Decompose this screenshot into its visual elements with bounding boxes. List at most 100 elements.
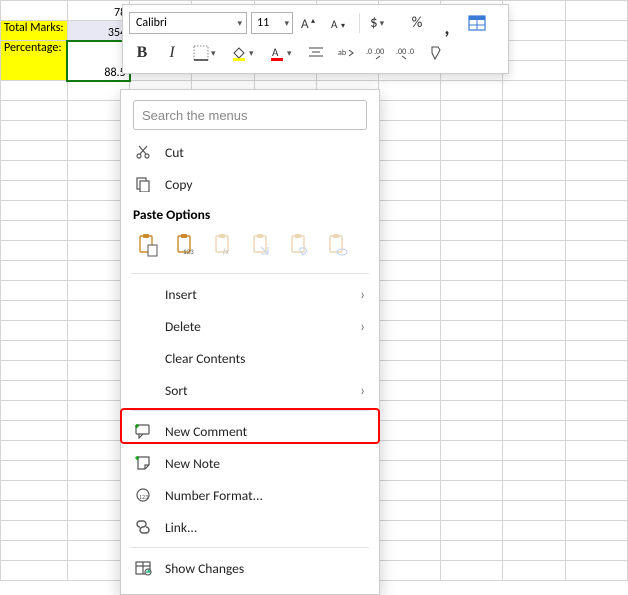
cell[interactable] xyxy=(565,21,627,41)
cell[interactable] xyxy=(379,101,441,121)
cell[interactable] xyxy=(379,241,441,261)
font-color-button[interactable]: A ▾ xyxy=(265,41,299,65)
paste-transpose-button[interactable] xyxy=(247,229,277,261)
cell[interactable] xyxy=(1,121,68,141)
cell[interactable] xyxy=(441,261,503,281)
cell[interactable] xyxy=(503,301,565,321)
cell[interactable] xyxy=(379,381,441,401)
cell[interactable] xyxy=(503,41,565,61)
cell[interactable] xyxy=(503,221,565,241)
cell[interactable] xyxy=(565,1,627,21)
cell[interactable] xyxy=(441,121,503,141)
menu-insert[interactable]: Insert › xyxy=(121,278,379,310)
cell[interactable] xyxy=(503,381,565,401)
bold-button[interactable]: B xyxy=(129,41,155,65)
cell[interactable] xyxy=(503,81,565,101)
cell[interactable] xyxy=(1,101,68,121)
cell[interactable] xyxy=(565,461,627,481)
cell[interactable] xyxy=(441,241,503,261)
cell[interactable] xyxy=(1,1,68,21)
cell[interactable] xyxy=(441,301,503,321)
cell[interactable] xyxy=(379,421,441,441)
cell[interactable] xyxy=(503,261,565,281)
cell[interactable] xyxy=(379,321,441,341)
cell[interactable] xyxy=(441,421,503,441)
cell[interactable] xyxy=(1,321,68,341)
decrease-decimal-button[interactable]: .00.0 xyxy=(393,41,419,65)
cell[interactable] xyxy=(441,101,503,121)
comma-style-button[interactable]: , xyxy=(434,11,460,35)
format-painter-button[interactable] xyxy=(423,41,449,65)
cell[interactable] xyxy=(503,281,565,301)
cell[interactable] xyxy=(441,521,503,541)
paste-formatting-button[interactable] xyxy=(285,229,315,261)
cell[interactable] xyxy=(379,341,441,361)
cell[interactable] xyxy=(565,361,627,381)
borders-button[interactable]: ▾ xyxy=(189,41,223,65)
cell[interactable] xyxy=(441,461,503,481)
cell[interactable] xyxy=(503,501,565,521)
cell[interactable] xyxy=(565,321,627,341)
cell[interactable] xyxy=(503,121,565,141)
cell[interactable] xyxy=(565,241,627,261)
cell[interactable] xyxy=(503,521,565,541)
cell[interactable] xyxy=(565,401,627,421)
cell[interactable] xyxy=(1,501,68,521)
cell[interactable] xyxy=(441,341,503,361)
paste-formulas-button[interactable]: fx xyxy=(209,229,239,261)
cell[interactable] xyxy=(503,101,565,121)
active-cell[interactable]: 88.5 xyxy=(67,41,130,81)
cell[interactable] xyxy=(441,161,503,181)
cell[interactable] xyxy=(379,221,441,241)
menu-delete[interactable]: Delete › xyxy=(121,310,379,342)
menu-search-input[interactable] xyxy=(133,100,367,130)
font-family-select[interactable]: Calibri ▾ xyxy=(129,12,247,34)
cell[interactable] xyxy=(1,441,68,461)
cell[interactable] xyxy=(379,401,441,421)
cell[interactable] xyxy=(1,161,68,181)
paste-link-button[interactable] xyxy=(323,229,353,261)
cell[interactable] xyxy=(379,561,441,581)
paste-button[interactable] xyxy=(133,229,163,261)
percent-button[interactable]: % xyxy=(404,11,430,35)
cell[interactable] xyxy=(441,381,503,401)
cell[interactable] xyxy=(503,481,565,501)
cell[interactable] xyxy=(565,101,627,121)
cell[interactable] xyxy=(565,521,627,541)
cell[interactable] xyxy=(503,21,565,41)
decrease-font-button[interactable]: A▾ xyxy=(327,11,353,35)
cell[interactable] xyxy=(379,121,441,141)
cell[interactable] xyxy=(441,221,503,241)
increase-decimal-button[interactable]: .0.00 xyxy=(363,41,389,65)
cell[interactable] xyxy=(441,541,503,561)
cell[interactable] xyxy=(379,461,441,481)
cell[interactable] xyxy=(1,421,68,441)
menu-link[interactable]: Link... xyxy=(121,511,379,543)
cell[interactable] xyxy=(1,81,68,101)
cell[interactable] xyxy=(565,381,627,401)
cell[interactable] xyxy=(441,561,503,581)
cell-label[interactable]: Percentage: xyxy=(1,41,68,81)
cell[interactable] xyxy=(503,461,565,481)
cell[interactable] xyxy=(1,541,68,561)
italic-button[interactable]: I xyxy=(159,41,185,65)
cell[interactable] xyxy=(441,321,503,341)
cell[interactable] xyxy=(441,481,503,501)
cell[interactable] xyxy=(503,401,565,421)
paste-values-button[interactable]: 123 xyxy=(171,229,201,261)
cell[interactable] xyxy=(565,161,627,181)
merge-center-button[interactable]: ab xyxy=(333,41,359,65)
cell[interactable] xyxy=(503,561,565,581)
cell[interactable] xyxy=(565,41,627,61)
cell[interactable] xyxy=(1,381,68,401)
cell[interactable] xyxy=(379,181,441,201)
cell[interactable] xyxy=(1,201,68,221)
cell[interactable] xyxy=(503,321,565,341)
cell[interactable] xyxy=(379,301,441,321)
fill-color-button[interactable]: ▾ xyxy=(227,41,261,65)
menu-copy[interactable]: Copy xyxy=(121,168,379,200)
font-size-select[interactable]: 11 ▾ xyxy=(251,12,293,34)
menu-number-format[interactable]: 123 Number Format... xyxy=(121,479,379,511)
cell[interactable] xyxy=(379,361,441,381)
cell[interactable] xyxy=(565,81,627,101)
